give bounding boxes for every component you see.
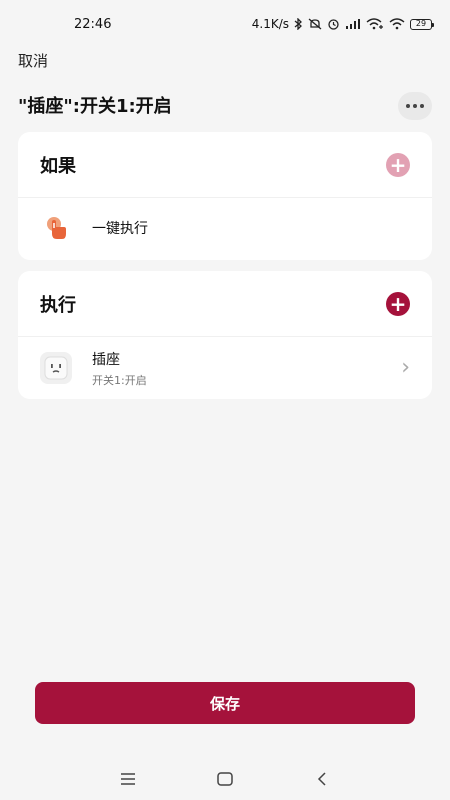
do-card-header: 执行 + [18, 271, 432, 337]
plus-icon: + [389, 291, 407, 316]
add-action-button[interactable]: + [386, 291, 410, 316]
more-icon-dot [420, 104, 424, 108]
if-card-title: 如果 [40, 155, 76, 177]
plus-icon: + [389, 152, 407, 177]
signal-icon [346, 19, 360, 29]
wifi-plus-icon [366, 18, 383, 30]
chevron-right-icon: › [401, 355, 410, 380]
status-icons: 4.1K/s 29 [251, 17, 434, 31]
save-button[interactable]: 保存 [35, 682, 415, 724]
cancel-button[interactable]: 取消 [18, 50, 48, 71]
more-icon-dot [413, 104, 417, 108]
condition-item-label: 一键执行 [92, 221, 148, 237]
bluetooth-icon [294, 18, 302, 30]
menu-button[interactable] [108, 764, 148, 794]
alarm-icon [328, 19, 339, 30]
page-title: "插座":开关1:开启 [18, 96, 172, 117]
back-button[interactable] [302, 764, 342, 794]
wifi-icon [389, 18, 405, 30]
mute-icon [308, 18, 322, 30]
status-bar: 22:46 4.1K/s 29 [0, 0, 450, 48]
add-condition-button[interactable]: + [386, 152, 410, 177]
tap-hand-icon [40, 212, 72, 244]
do-card-title: 执行 [40, 294, 76, 316]
more-icon [406, 104, 410, 108]
more-button[interactable] [398, 92, 432, 120]
action-item-label: 插座 [92, 351, 120, 368]
system-nav-bar [0, 758, 450, 800]
status-time: 22:46 [74, 16, 112, 32]
action-item[interactable]: 插座 开关1:开启 › [18, 337, 432, 399]
condition-item-text: 一键执行 [92, 218, 410, 238]
do-card: 执行 + 插座 开关1:开启 › [18, 271, 432, 399]
home-icon [217, 772, 233, 786]
action-item-text: 插座 开关1:开启 [92, 349, 401, 388]
battery-icon: 29 [410, 18, 434, 30]
if-card: 如果 + 一键执行 [18, 132, 432, 260]
if-card-header: 如果 + [18, 132, 432, 198]
network-speed: 4.1K/s [251, 17, 289, 31]
home-button[interactable] [205, 764, 245, 794]
menu-icon [121, 773, 136, 785]
action-item-sub: 开关1:开启 [92, 373, 147, 387]
back-icon [317, 772, 326, 786]
condition-item[interactable]: 一键执行 [18, 198, 432, 258]
socket-icon [40, 352, 72, 384]
